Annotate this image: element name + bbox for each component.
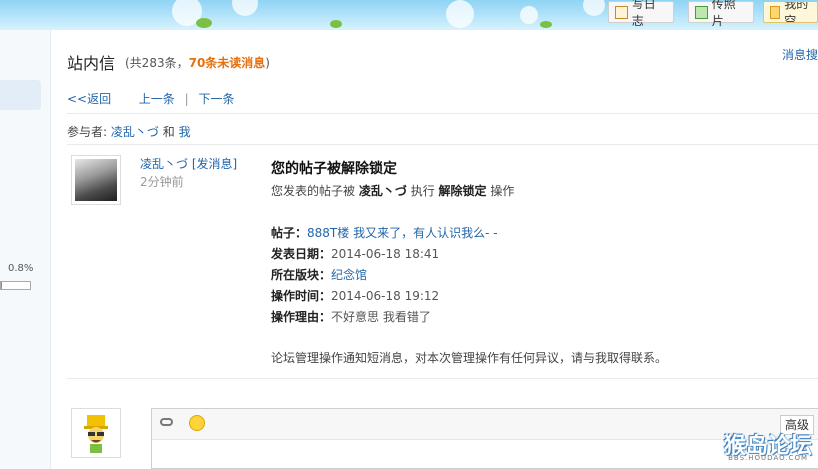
participants: 参与者: 凌乱丶づ 和 我 [67, 123, 191, 140]
message-search-link[interactable]: 消息搜 [782, 46, 818, 63]
leaf-decoration [540, 21, 552, 28]
dandelion-decoration [446, 0, 474, 28]
date-value: 2014-06-18 18:41 [331, 247, 440, 261]
message-count: (共283条，70条未读消息) [125, 54, 270, 71]
leaf-decoration [330, 20, 342, 28]
board-field: 所在版块：纪念馆 [271, 266, 367, 283]
reason-field: 操作理由：不好意思 我看错了 [271, 308, 431, 325]
message-time-ago: 2分钟前 [140, 175, 184, 189]
board-link[interactable]: 纪念馆 [331, 268, 367, 282]
upload-photo-label: 传照片 [711, 0, 736, 28]
divider [67, 378, 818, 379]
participant-me-link[interactable]: 我 [179, 125, 191, 139]
sender-info: 凌乱丶づ [发消息] [140, 155, 237, 172]
home-icon [770, 5, 781, 19]
left-sidebar: 0.8% [0, 30, 51, 469]
write-blog-label: 写日志 [631, 0, 656, 28]
post-field: 帖子：888T楼 我又来了，有人认识我么- - [271, 224, 498, 241]
desc-prefix: 您发表的帖子被 [271, 184, 356, 198]
reason-value: 不好意思 我看错了 [331, 310, 431, 324]
desc-user: 凌乱丶づ [358, 184, 407, 198]
board-label: 所在版块： [271, 268, 332, 282]
date-field: 发表日期：2014-06-18 18:41 [271, 245, 439, 262]
dandelion-decoration [583, 0, 605, 16]
message-title: 您的帖子被解除锁定 [271, 161, 397, 177]
message-count-prefix: (共283条， [125, 56, 189, 70]
back-link[interactable]: <<返回 [67, 92, 111, 106]
unread-count: 70条未读消息 [188, 56, 266, 70]
storage-usage-fill [1, 282, 2, 289]
my-space-label: 我的空 [784, 1, 809, 23]
link-icon[interactable] [160, 418, 173, 426]
optime-label: 操作时间： [271, 289, 332, 303]
message-description: 您发表的帖子被 凌乱丶づ 执行 解除锁定 操作 [271, 182, 514, 199]
pencil-icon [615, 5, 628, 19]
message-footer: 论坛管理操作通知短消息，对本次管理操作有任何异议，请与我取得联系。 [271, 351, 668, 365]
sender-name-link[interactable]: 凌乱丶づ [140, 157, 188, 171]
storage-usage-bar [0, 281, 31, 290]
participants-and: 和 [162, 125, 175, 139]
sidebar-active-item[interactable] [0, 80, 41, 110]
optime-value: 2014-06-18 19:12 [331, 289, 440, 303]
divider [67, 144, 818, 145]
date-label: 发表日期： [271, 247, 332, 261]
my-avatar[interactable] [71, 408, 121, 458]
site-watermark: 猴岛论坛 BBS.HOUDAO.COM [712, 428, 812, 462]
upload-photo-button[interactable]: 传照片 [688, 0, 754, 28]
send-message-link[interactable]: [发消息] [192, 157, 237, 171]
dandelion-decoration [232, 0, 258, 16]
leaf-decoration [196, 18, 212, 28]
desc-exec: 执行 [410, 184, 435, 198]
post-link[interactable]: 888T楼 我又来了，有人认识我么- - [307, 226, 498, 240]
smiley-icon[interactable] [189, 415, 205, 431]
optime-field: 操作时间：2014-06-18 19:12 [271, 287, 439, 304]
prev-link[interactable]: 上一条 [139, 92, 175, 106]
avatar-image [75, 159, 117, 201]
post-label: 帖子： [271, 226, 308, 240]
next-link[interactable]: 下一条 [199, 92, 235, 106]
message-count-suffix: ) [265, 56, 270, 70]
nav-separator: | [184, 92, 189, 106]
page-title: 站内信 [67, 54, 116, 73]
write-blog-button[interactable]: 写日志 [608, 0, 674, 28]
watermark-url: BBS.HOUDAO.COM [728, 454, 808, 462]
sender-avatar[interactable] [71, 155, 121, 205]
photo-icon [695, 5, 708, 19]
participants-label: 参与者: [67, 125, 108, 139]
storage-usage-percent: 0.8% [8, 263, 34, 274]
participant-user-link[interactable]: 凌乱丶づ [111, 125, 159, 139]
reason-label: 操作理由： [271, 310, 332, 324]
dandelion-decoration [520, 6, 538, 24]
cartoon-avatar-icon [84, 415, 108, 453]
message-navigation: <<返回 上一条 | 下一条 [67, 90, 235, 107]
desc-suffix: 操作 [490, 184, 515, 198]
divider [67, 113, 818, 114]
desc-action: 解除锁定 [438, 184, 487, 198]
my-space-button[interactable]: 我的空 [763, 1, 818, 23]
